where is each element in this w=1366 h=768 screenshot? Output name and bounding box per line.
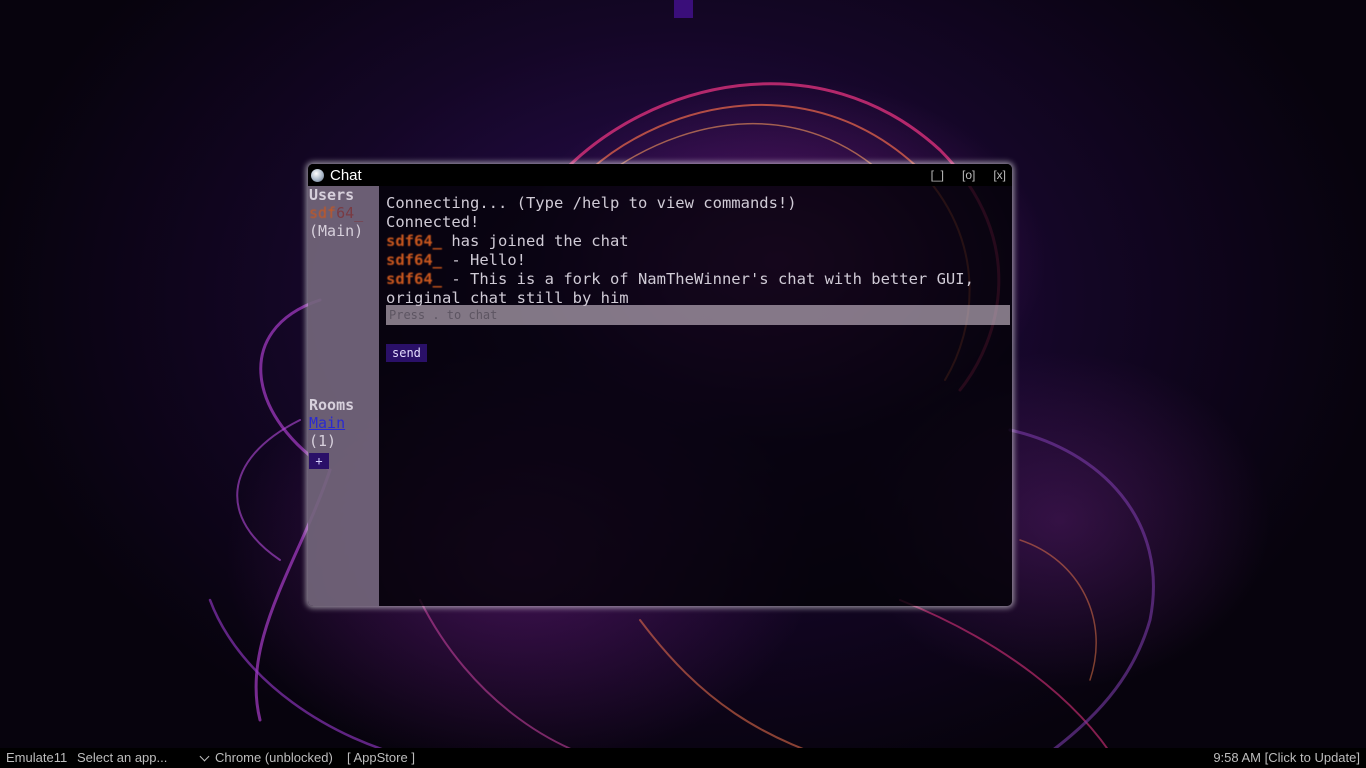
message-sender: sdf64_ — [386, 270, 442, 288]
message-text: - This is a fork of NamTheWinner's chat … — [386, 270, 984, 307]
message-sender: sdf64_ — [386, 232, 442, 250]
top-tab[interactable] — [674, 0, 693, 18]
message-line: sdf64_ - Hello! — [386, 251, 1008, 270]
chat-window: Chat [_] [o] [x] Users sdf64_ (Main) Roo… — [308, 164, 1012, 606]
window-title: Chat — [330, 166, 362, 184]
taskbar: Emulate11 Select an app... Chrome (unblo… — [0, 748, 1366, 768]
user-list-item[interactable]: sdf64_ — [308, 204, 379, 222]
message-text: - Hello! — [442, 251, 526, 269]
message-line: Connected! — [386, 213, 1008, 232]
message-line: sdf64_ has joined the chat — [386, 232, 1008, 251]
message-line: Connecting... (Type /help to view comman… — [386, 194, 1008, 213]
minimize-button[interactable]: [_] — [931, 168, 944, 182]
message-line: sdf64_ - This is a fork of NamTheWinner'… — [386, 270, 1008, 308]
room-user-count: (1) — [309, 432, 337, 450]
user-name-prefix: sdf — [309, 204, 337, 222]
close-button[interactable]: [x] — [993, 168, 1006, 182]
window-controls: [_] [o] [x] — [931, 168, 1006, 182]
globe-icon — [311, 168, 324, 182]
window-titlebar[interactable]: Chat [_] [o] [x] — [308, 164, 1012, 186]
message-log: Connecting... (Type /help to view comman… — [386, 194, 1008, 308]
taskbar-app-appstore[interactable]: [ AppStore ] — [347, 750, 415, 765]
app-select-dropdown[interactable]: Select an app... — [77, 750, 167, 765]
add-room-button[interactable]: + — [309, 453, 329, 469]
maximize-button[interactable]: [o] — [962, 168, 975, 182]
message-text: Connecting... (Type /help to view comman… — [386, 194, 797, 212]
rooms-section: Rooms Main (1) + — [308, 396, 379, 469]
message-sender: sdf64_ — [386, 251, 442, 269]
sidebar: Users sdf64_ (Main) Rooms Main (1) + — [308, 186, 379, 606]
chat-input[interactable] — [386, 305, 1010, 325]
user-name-suffix: 64_ — [336, 204, 364, 222]
taskbar-app-chrome[interactable]: Chrome (unblocked) — [215, 750, 333, 765]
rooms-heading: Rooms — [309, 396, 355, 414]
message-text: has joined the chat — [442, 232, 629, 250]
message-text: Connected! — [386, 213, 480, 231]
desktop: Chat [_] [o] [x] Users sdf64_ (Main) Roo… — [0, 0, 1366, 768]
chevron-down-icon[interactable] — [199, 751, 210, 762]
user-room-tag: (Main) — [309, 222, 364, 240]
start-button[interactable]: Emulate11 — [6, 750, 67, 765]
send-button[interactable]: send — [386, 344, 427, 362]
users-heading: Users — [309, 186, 355, 204]
taskbar-clock[interactable]: 9:58 AM [Click to Update] — [1213, 750, 1360, 765]
room-link-main[interactable]: Main — [308, 414, 379, 432]
